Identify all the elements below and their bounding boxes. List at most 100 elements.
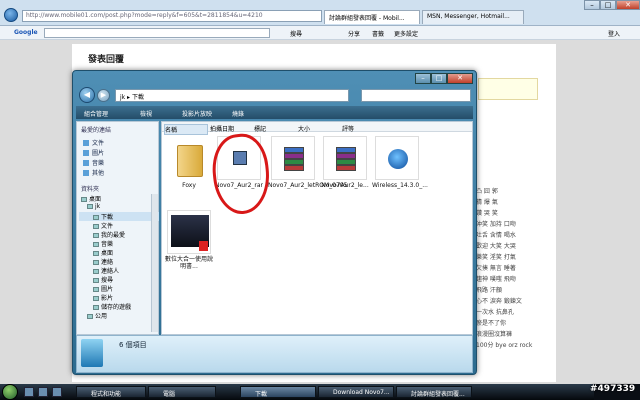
emoticon-row[interactable]: 凸 囧 郭: [476, 186, 546, 197]
views-button[interactable]: 檢視: [140, 109, 152, 118]
taskbar-button-programs[interactable]: 程式和功能: [76, 386, 146, 398]
emoticon-grid: 凸 囧 郭 猜 爆 氣 讚 哭 笑 沖笑 加持 口吻 吐舌 含情 喝水 歡迎 大…: [476, 186, 546, 374]
favorite-link-more[interactable]: 其他: [83, 168, 104, 177]
close-button[interactable]: ✕: [616, 0, 640, 10]
tree-item[interactable]: 連絡人: [79, 266, 159, 275]
browser-back-button[interactable]: [4, 8, 18, 22]
pictures-icon: [83, 150, 89, 156]
folder-icon: [81, 197, 87, 202]
tree-item[interactable]: 儲存的遊戲: [79, 302, 159, 311]
file-item-pdf-manual[interactable]: 數位大合一使用說明書...: [164, 210, 214, 270]
emoticon-row[interactable]: 樂笑 淫笑 打氣: [476, 252, 546, 263]
tree-item[interactable]: 我的最愛: [79, 230, 159, 239]
emoticon-row[interactable]: 瘀是不了你: [476, 318, 546, 329]
tree-item[interactable]: 連絡: [79, 257, 159, 266]
explorer-minimize-button[interactable]: –: [415, 73, 431, 84]
address-bar[interactable]: http://www.mobile01.com/post.php?mode=re…: [22, 10, 322, 22]
emoticon-row[interactable]: 心不 淚奔 鍛鍊文: [476, 296, 546, 307]
google-logo: Google: [14, 29, 38, 36]
tree-item[interactable]: 桌面: [79, 194, 159, 203]
file-item-foxy[interactable]: Foxy: [164, 136, 214, 189]
explorer-path-bar[interactable]: jk ▸ 下載: [115, 89, 349, 102]
explorer-maximize-button[interactable]: □: [431, 73, 447, 84]
file-item-novo7-le[interactable]: Novo7Aur2_le...: [320, 136, 370, 189]
emoticon-row[interactable]: 吐舌 含情 喝水: [476, 230, 546, 241]
winrar-archive-icon: [336, 147, 356, 171]
favorite-link-documents[interactable]: 文件: [83, 138, 104, 147]
tree-item[interactable]: 搜尋: [79, 275, 159, 284]
favorite-link-music[interactable]: 音樂: [83, 158, 104, 167]
explorer-close-button[interactable]: ✕: [447, 73, 473, 84]
column-tags[interactable]: 標記: [254, 124, 266, 133]
tree-item[interactable]: 文件: [79, 221, 159, 230]
emoticon-row[interactable]: 沖笑 加持 口吻: [476, 219, 546, 230]
tree-item[interactable]: 音樂: [79, 239, 159, 248]
column-size[interactable]: 大小: [298, 124, 310, 133]
quick-launch-icon[interactable]: [24, 387, 34, 397]
column-name[interactable]: 名稱: [164, 124, 208, 135]
back-arrow-icon[interactable]: ◀: [79, 87, 95, 103]
file-item-novo7-letrom[interactable]: Novo7_Aur2_letROM_0705: [268, 136, 347, 189]
file-list-pane: 名稱 拍攝日期 標記 大小 評等 Foxy Novo7_Aur2_rar Nov…: [161, 121, 473, 335]
emoticon-row[interactable]: 飛路 汗顏: [476, 285, 546, 296]
taskbar-button-forum-reply[interactable]: 討論群組發表回覆...: [396, 386, 472, 398]
taskbar-button-downloads[interactable]: 下載: [240, 386, 316, 398]
tree-item[interactable]: jk: [79, 203, 159, 212]
emoticon-row[interactable]: 讚 哭 笑: [476, 208, 546, 219]
slideshow-button[interactable]: 投影片放映: [182, 109, 212, 118]
tree-item[interactable]: 影片: [79, 293, 159, 302]
google-search-input[interactable]: [44, 28, 270, 38]
organize-button[interactable]: 組合管理: [84, 109, 108, 118]
watermark-id: #497339: [590, 384, 636, 394]
column-date-taken[interactable]: 拍攝日期: [210, 124, 234, 133]
tree-item[interactable]: 圖片: [79, 284, 159, 293]
toolbar-sign-in[interactable]: 登入: [608, 29, 620, 38]
file-item-wireless[interactable]: Wireless_14.3.0_...: [372, 136, 428, 189]
toolbar-search[interactable]: 搜尋: [290, 29, 302, 38]
emoticon-row[interactable]: 趨神 噗嗤 飛吻: [476, 274, 546, 285]
browser-tab-forum[interactable]: 討論群組發表回覆 - Mobil...: [324, 10, 420, 24]
page-title: 發表回覆: [88, 55, 125, 65]
column-headers: 名稱 拍攝日期 標記 大小 評等: [162, 122, 472, 135]
item-count: 6 個項目: [119, 341, 147, 349]
maximize-button[interactable]: □: [600, 0, 616, 10]
burn-button[interactable]: 燒錄: [232, 109, 244, 118]
emoticon-row[interactable]: 歡迎 大笑 大哭: [476, 241, 546, 252]
column-rating[interactable]: 評等: [342, 124, 354, 133]
navigation-pane: 最愛的連結 文件 圖片 音樂 其他 資料夾 桌面 jk 下載 文件 我的最愛 音…: [76, 121, 159, 335]
folder-icon: [93, 233, 99, 238]
minimize-button[interactable]: –: [584, 0, 600, 10]
quick-launch-icon[interactable]: [38, 387, 48, 397]
emoticon-row[interactable]: 一次水 抗鼻孔: [476, 307, 546, 318]
folder-icon: [93, 296, 99, 301]
folders-header[interactable]: 資料夾: [81, 184, 99, 193]
emoticon-row[interactable]: 欠揍 無言 睡著: [476, 263, 546, 274]
folder-icon: [93, 224, 99, 229]
emoticon-row[interactable]: 浪漫圈沒算褲: [476, 329, 546, 340]
folder-icon: [177, 145, 203, 177]
toolbar-bookmarks[interactable]: 書籤: [372, 29, 384, 38]
tree-scrollbar[interactable]: [151, 194, 158, 332]
folder-icon: [93, 251, 99, 256]
details-pane: 6 個項目: [76, 335, 473, 373]
google-toolbar: Google 搜尋 分享 書籤 更多設定 登入: [0, 26, 640, 40]
toolbar-share[interactable]: 分享: [348, 29, 360, 38]
start-button[interactable]: [2, 384, 18, 400]
tree-item[interactable]: 桌面: [79, 248, 159, 257]
explorer-search-input[interactable]: [361, 89, 471, 102]
taskbar-button-computer[interactable]: 電腦: [148, 386, 216, 398]
favorite-link-pictures[interactable]: 圖片: [83, 148, 104, 157]
quick-launch-icon[interactable]: [52, 387, 62, 397]
browser-tab-msn[interactable]: MSN, Messenger, Hotmail...: [422, 10, 524, 24]
folder-icon: [93, 278, 99, 283]
toolbar-more-settings[interactable]: 更多設定: [394, 29, 418, 38]
emoticon-row[interactable]: 100分 bye orz rock: [476, 340, 546, 351]
folder-icon: [93, 269, 99, 274]
taskbar: 程式和功能 電腦 下載 Download Novo7... 討論群組發表回覆..…: [0, 384, 640, 400]
forward-arrow-icon[interactable]: ▶: [97, 89, 110, 102]
documents-icon: [83, 140, 89, 146]
taskbar-button-download-novo7[interactable]: Download Novo7...: [318, 386, 394, 398]
emoticon-row[interactable]: 猜 爆 氣: [476, 197, 546, 208]
tree-item[interactable]: 公用: [79, 311, 159, 320]
tree-item-selected[interactable]: 下載: [79, 212, 159, 221]
